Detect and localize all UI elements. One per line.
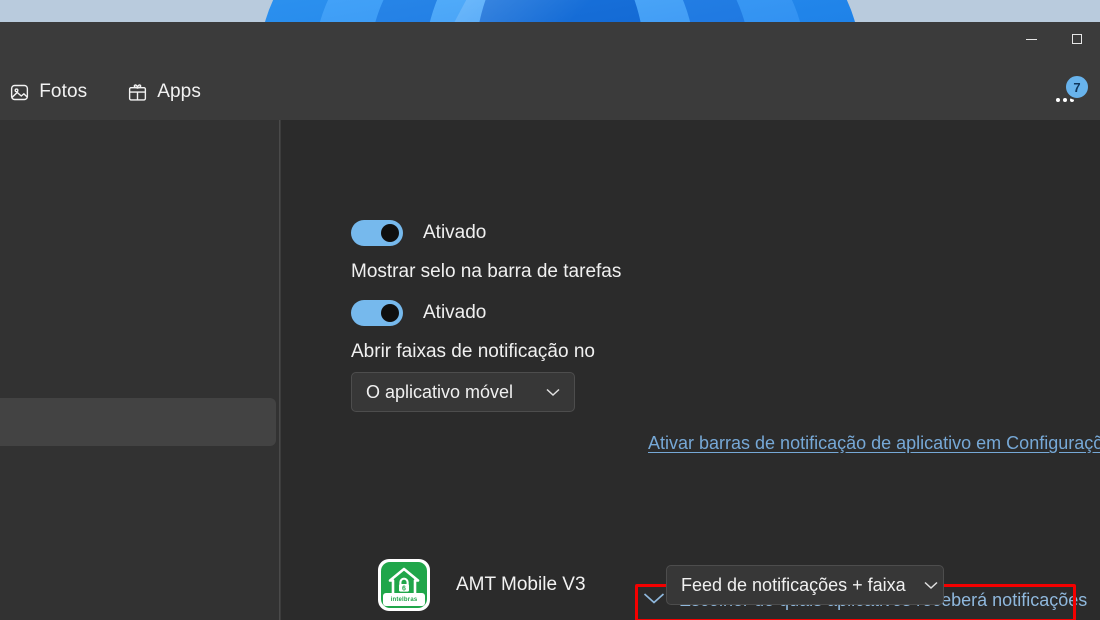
amt-mobile-icon: 6 intelbras <box>378 559 430 611</box>
phone-link-window: amadas Fotos <box>0 22 1100 620</box>
maximize-icon <box>1072 34 1082 44</box>
app-name-label: AMT Mobile V3 <box>456 574 586 595</box>
notification-badge[interactable]: 7 <box>1064 74 1090 100</box>
notifications-toggle-row: Ativado <box>351 220 486 246</box>
window-controls <box>1008 22 1100 56</box>
title-bar: amadas Fotos <box>0 22 1100 120</box>
chevron-down-icon <box>528 388 560 397</box>
minimize-button[interactable] <box>1008 22 1054 56</box>
tab-fotos[interactable]: Fotos <box>3 77 93 107</box>
desktop-wallpaper <box>0 0 1100 22</box>
windows-bloom-graphic <box>230 0 910 22</box>
banner-section-label: Abrir faixas de notificação no <box>351 341 595 362</box>
sidebar: ões emas munidade <box>0 120 280 620</box>
screenshot-root: amadas Fotos <box>0 0 1100 620</box>
section-heading-clipped: Mostrar notificações do telefone <box>341 120 761 130</box>
tab-apps[interactable]: Apps <box>121 77 207 107</box>
table-row: 6 intelbras AMT Mobile V3 Feed de notifi… <box>281 548 1100 620</box>
app-notification-mode-combobox[interactable]: Feed de notificações + faixa <box>666 565 944 605</box>
taskbar-badge-toggle-label: Ativado <box>423 302 487 323</box>
tab-apps-label: Apps <box>157 81 201 102</box>
amt-icon-brand: intelbras <box>390 596 418 603</box>
taskbar-badge-toggle[interactable] <box>351 300 403 326</box>
minimize-icon <box>1025 38 1037 40</box>
nav-tabs: amadas Fotos <box>0 77 207 107</box>
app-notification-mode-value: Feed de notificações + faixa <box>681 574 906 595</box>
svg-text:6: 6 <box>402 585 406 592</box>
photo-icon <box>9 82 30 103</box>
chevron-down-icon <box>906 581 938 590</box>
apps-grid-icon <box>127 82 148 103</box>
windows-settings-link[interactable]: Ativar barras de notificação de aplicati… <box>648 433 1100 454</box>
notifications-toggle[interactable] <box>351 220 403 246</box>
sidebar-selected-item[interactable] <box>0 398 276 446</box>
tab-fotos-label: Fotos <box>39 81 88 102</box>
taskbar-badge-toggle-row: Ativado <box>351 300 486 326</box>
notifications-toggle-label: Ativado <box>423 222 487 243</box>
banner-target-value: O aplicativo móvel <box>366 381 514 402</box>
banner-target-combobox[interactable]: O aplicativo móvel <box>351 372 575 412</box>
settings-content-pane: Mostrar notificações do telefone Ativado… <box>281 120 1100 620</box>
maximize-button[interactable] <box>1054 22 1100 56</box>
taskbar-badge-label: Mostrar selo na barra de tarefas <box>351 261 622 282</box>
